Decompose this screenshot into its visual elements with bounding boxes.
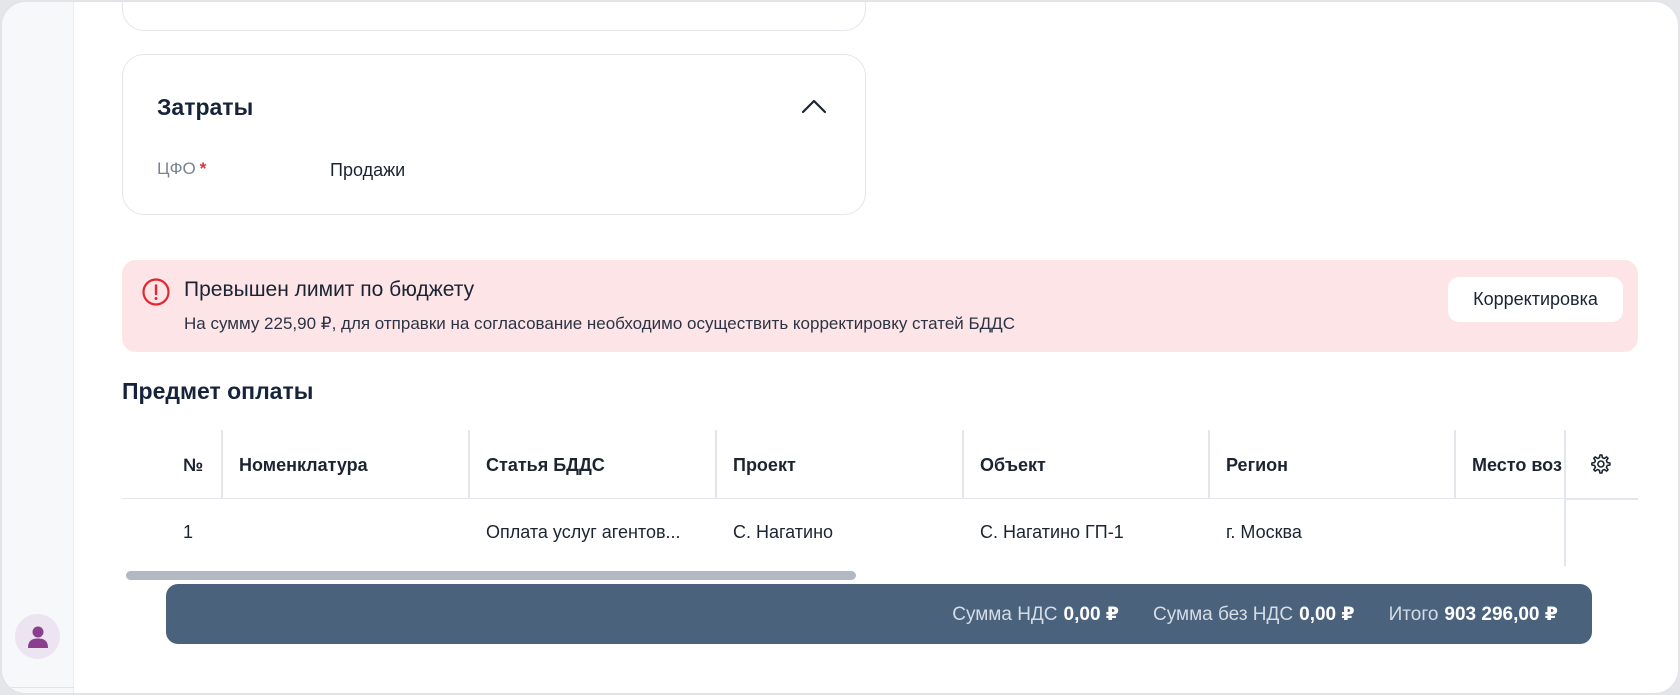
alert-title: Превышен лимит по бюджету bbox=[184, 278, 475, 301]
user-avatar[interactable] bbox=[15, 614, 60, 659]
vat-total-value: 0,00 ₽ bbox=[1063, 604, 1120, 625]
previous-card bbox=[122, 2, 866, 31]
no-vat-total: Сумма без НДС 0,00 ₽ bbox=[1153, 603, 1355, 626]
app-window: Затраты ЦФО * Продажи Превышен лимит по б… bbox=[0, 0, 1680, 695]
column-divider[interactable] bbox=[1454, 430, 1456, 498]
totals-bar: Сумма НДС 0,00 ₽ Сумма без НДС 0,00 ₽ Итог… bbox=[166, 584, 1592, 644]
gear-icon[interactable] bbox=[1588, 452, 1612, 476]
grand-total-label: Итого bbox=[1388, 604, 1439, 625]
table-header: № Номенклатура Статья БДДС Проект Объект… bbox=[122, 430, 1638, 499]
costs-card: Затраты ЦФО * Продажи bbox=[122, 54, 866, 215]
cell-region: г. Москва bbox=[1226, 522, 1302, 542]
column-header-bdds-item[interactable]: Статья БДДС bbox=[486, 455, 605, 476]
cell-object: С. Нагатино ГП-1 bbox=[980, 522, 1124, 542]
grand-total: Итого 903 296,00 ₽ bbox=[1389, 603, 1558, 626]
horizontal-scrollbar[interactable] bbox=[126, 571, 856, 580]
left-sidebar bbox=[2, 2, 74, 693]
column-divider[interactable] bbox=[715, 430, 717, 498]
vat-total-label: Сумма НДС bbox=[952, 604, 1058, 625]
table-settings-column bbox=[1564, 430, 1638, 566]
vat-total: Сумма НДС 0,00 ₽ bbox=[952, 603, 1119, 626]
column-divider[interactable] bbox=[962, 430, 964, 498]
column-divider[interactable] bbox=[1208, 430, 1210, 498]
cell-bdds-item: Оплата услуг агентов... bbox=[486, 522, 681, 542]
column-header-nomenclature[interactable]: Номенклатура bbox=[239, 455, 368, 476]
chevron-up-icon[interactable] bbox=[799, 93, 829, 119]
cfo-value[interactable]: Продажи bbox=[330, 160, 405, 181]
grand-total-value: 903 296,00 ₽ bbox=[1444, 604, 1558, 625]
column-header-region[interactable]: Регион bbox=[1226, 455, 1288, 476]
costs-card-title: Затраты bbox=[157, 94, 254, 120]
no-vat-total-value: 0,00 ₽ bbox=[1299, 604, 1355, 625]
cfo-label-text: ЦФО bbox=[157, 159, 196, 178]
cell-number: 1 bbox=[183, 522, 194, 542]
sidebar-divider bbox=[2, 687, 74, 688]
column-header-object[interactable]: Объект bbox=[980, 455, 1046, 476]
cfo-label: ЦФО * bbox=[157, 159, 206, 179]
column-header-project[interactable]: Проект bbox=[733, 455, 796, 476]
required-mark: * bbox=[199, 159, 207, 178]
budget-alert: Превышен лимит по бюджету На сумму 225,9… bbox=[122, 260, 1638, 352]
user-icon bbox=[27, 626, 48, 648]
alert-message: На сумму 225,90 ₽, для отправки на согла… bbox=[184, 314, 1015, 333]
column-header-location[interactable]: Место воз bbox=[1472, 455, 1564, 476]
cell-project: С. Нагатино bbox=[733, 522, 834, 542]
column-header-number[interactable]: № bbox=[183, 455, 203, 476]
no-vat-total-label: Сумма без НДС bbox=[1153, 604, 1294, 625]
settings-column-divider bbox=[1566, 498, 1638, 500]
payment-subject-title: Предмет оплаты bbox=[122, 378, 314, 404]
exclamation-circle-icon bbox=[142, 278, 170, 306]
column-divider[interactable] bbox=[221, 430, 223, 498]
column-divider[interactable] bbox=[468, 430, 470, 498]
correction-button[interactable]: Корректировка bbox=[1448, 277, 1623, 322]
payment-subject-table: № Номенклатура Статья БДДС Проект Объект… bbox=[122, 430, 1638, 566]
